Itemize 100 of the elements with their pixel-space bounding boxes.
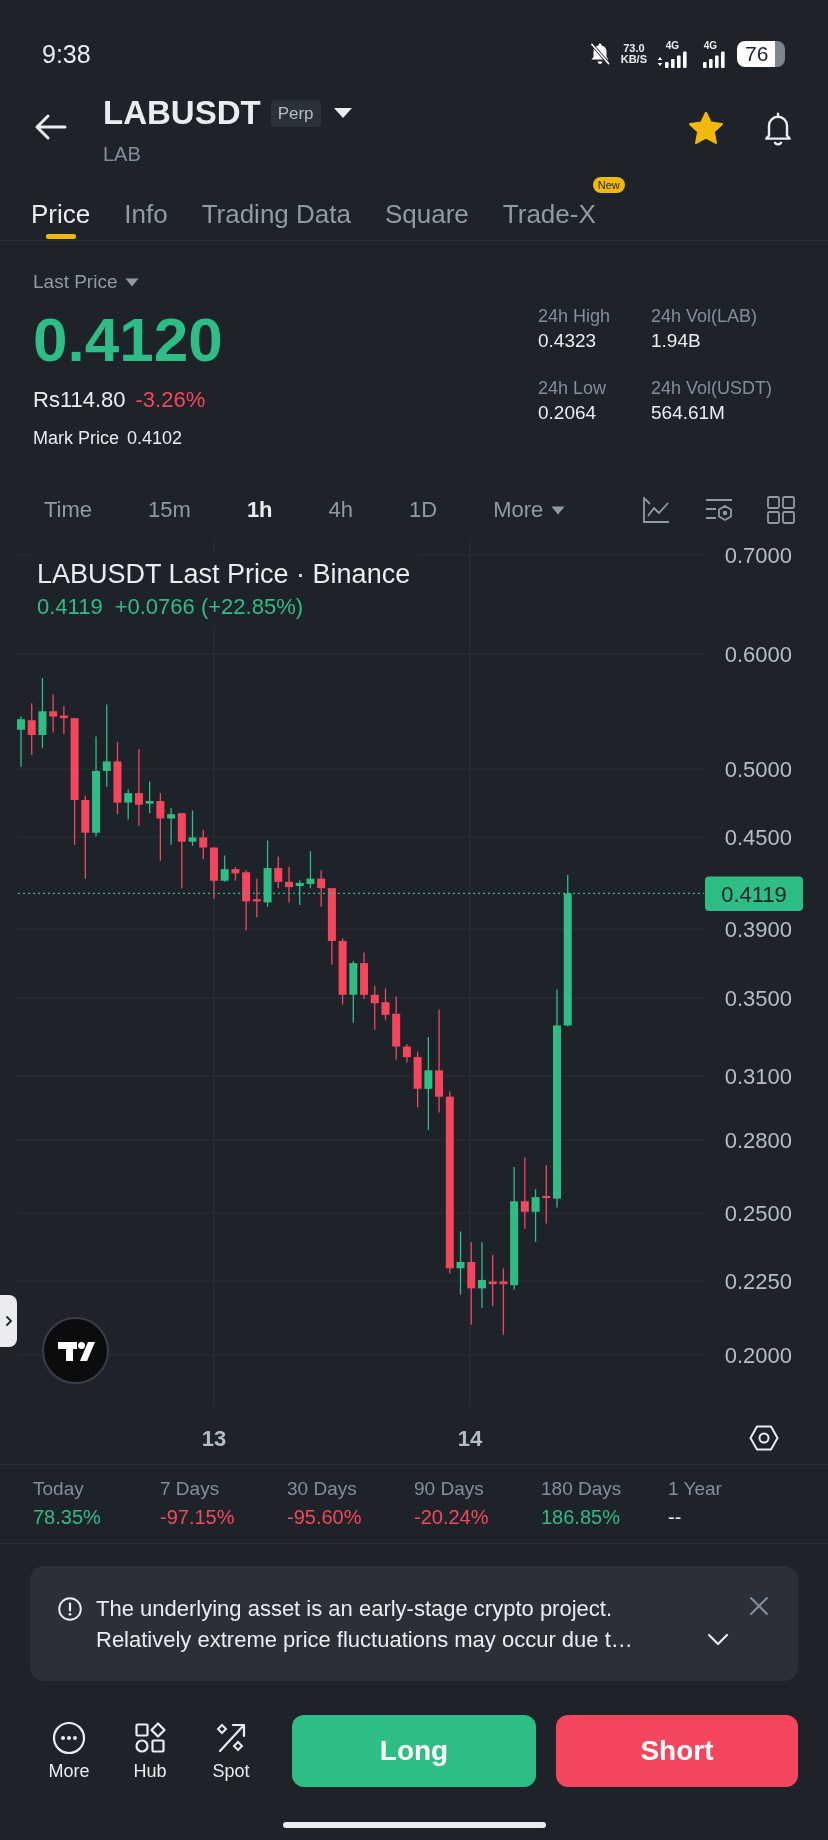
price-axis-label: 0.5000 <box>724 756 792 782</box>
period-label: 90 Days <box>414 1477 485 1501</box>
chart-title: LABUSDT Last Price · Binance <box>37 558 411 591</box>
interval-tab[interactable]: 4h <box>328 495 354 525</box>
candlestick <box>263 840 272 908</box>
spot-button[interactable]: Spot <box>201 1715 261 1787</box>
mark-price-label: Mark Price <box>33 427 119 450</box>
candlestick <box>188 809 197 847</box>
notice-text: The underlying asset is an early-stage crypto project. Relatively extreme price fluctuations may occur due t… <box>96 1595 634 1654</box>
candlestick <box>38 677 47 749</box>
new-badge: New <box>592 177 625 193</box>
symbol-title[interactable]: LABUSDT <box>103 95 261 131</box>
diagonal-arrow-icon <box>214 1721 248 1755</box>
network-type: 4G <box>703 40 717 51</box>
more-dropdown[interactable]: More <box>493 495 566 525</box>
fiat-price: Rs114.80 <box>33 386 126 414</box>
contract-type-tag: Perp <box>270 99 321 127</box>
candlestick <box>531 1188 540 1243</box>
candlestick <box>274 855 283 889</box>
stat-label: 24h Vol(LAB) <box>651 305 759 328</box>
chart-price-change: +0.0766 (+22.85%) <box>114 593 304 621</box>
shapes-grid-icon <box>133 1721 167 1755</box>
tab[interactable]: Info <box>124 172 168 240</box>
period-change: 186.85% <box>541 1505 621 1529</box>
chevron-right-icon <box>4 1315 13 1327</box>
candlestick <box>381 987 390 1021</box>
tab[interactable]: Square <box>384 172 469 240</box>
candlestick <box>499 1267 508 1336</box>
time-axis-label: 13 <box>201 1425 227 1451</box>
more-icon <box>52 1721 86 1755</box>
network-speed-value: 73.0 <box>623 43 645 54</box>
candlestick <box>59 705 68 735</box>
battery-indicator: 76 <box>737 41 785 67</box>
network-speed-unit: KB/S <box>620 54 647 65</box>
settings-icon[interactable] <box>749 1423 779 1453</box>
period-change: -95.60% <box>287 1505 363 1529</box>
muted-bell-icon <box>588 42 611 66</box>
back-arrow-icon <box>33 113 67 141</box>
price-axis-label: 0.2000 <box>724 1342 792 1368</box>
interval-tab[interactable]: 1h <box>246 495 273 525</box>
line-chart-icon[interactable] <box>641 495 671 525</box>
period-change: 78.35% <box>33 1505 102 1529</box>
back-button[interactable] <box>33 113 67 141</box>
candlestick <box>456 1230 465 1296</box>
chart-last-price: 0.4119 <box>37 593 103 621</box>
time-axis-label: 14 <box>457 1425 483 1451</box>
candlestick <box>220 854 229 883</box>
candlestick <box>156 792 165 862</box>
interval-tab[interactable]: Time <box>44 495 93 525</box>
candlestick <box>413 1051 422 1108</box>
caret-icon <box>125 277 140 287</box>
star-icon[interactable] <box>688 110 724 146</box>
short-button[interactable]: Short <box>556 1715 798 1787</box>
period-change: -97.15% <box>160 1505 236 1529</box>
caret-icon <box>551 505 566 515</box>
price-axis-label: 0.2250 <box>724 1268 792 1294</box>
candlestick <box>488 1254 497 1307</box>
candlestick <box>27 702 36 756</box>
period-label: Today <box>33 1477 85 1501</box>
period-label: 180 Days <box>541 1477 623 1501</box>
more-button[interactable]: More <box>39 1715 99 1787</box>
candlestick <box>477 1241 486 1309</box>
candlestick <box>306 850 315 889</box>
tab[interactable]: Price <box>31 172 91 240</box>
candlestick <box>295 879 304 906</box>
clock-time: 9:38 <box>42 39 91 69</box>
candlestick <box>49 693 58 734</box>
interval-tab[interactable]: 15m <box>148 495 191 525</box>
stat-value: 564.61M <box>651 401 726 425</box>
price-axis-label: 0.6000 <box>724 641 792 667</box>
network-type: 4G <box>665 40 679 51</box>
price-axis-label: 0.3500 <box>724 985 792 1011</box>
info-icon <box>58 1597 82 1621</box>
stat-value: 1.94B <box>651 329 702 353</box>
candlestick <box>349 960 358 1024</box>
current-price-tag: 0.4119 <box>705 876 803 911</box>
period-change: -20.24% <box>414 1505 490 1529</box>
stat-value: 0.4323 <box>538 329 598 353</box>
hub-button[interactable]: Hub <box>120 1715 180 1787</box>
base-asset: LAB <box>103 142 141 166</box>
period-label: 7 Days <box>160 1477 221 1501</box>
candlestick <box>231 866 240 882</box>
drawer-handle[interactable] <box>0 1295 17 1347</box>
price-axis-label: 0.7000 <box>724 542 792 568</box>
period-change: -- <box>668 1505 683 1529</box>
period-label: 30 Days <box>287 1477 358 1501</box>
price-type-dropdown[interactable]: Last Price <box>33 270 140 294</box>
stat-label: 24h Vol(USDT) <box>651 377 774 400</box>
interval-tab[interactable]: 1D <box>409 495 438 525</box>
signal-icon <box>657 50 689 68</box>
grid-icon[interactable] <box>767 496 795 524</box>
mark-price: 0.4102 <box>127 427 183 450</box>
tab[interactable]: Trading Data <box>201 172 351 240</box>
price-axis-label: 0.2500 <box>724 1200 792 1226</box>
price-axis-label: 0.4500 <box>724 824 792 850</box>
candlestick <box>542 1164 551 1225</box>
caret-icon[interactable] <box>332 107 353 119</box>
candlestick <box>145 780 154 814</box>
price-axis-label: 0.3900 <box>724 916 792 942</box>
period-label: 1 Year <box>668 1477 723 1501</box>
